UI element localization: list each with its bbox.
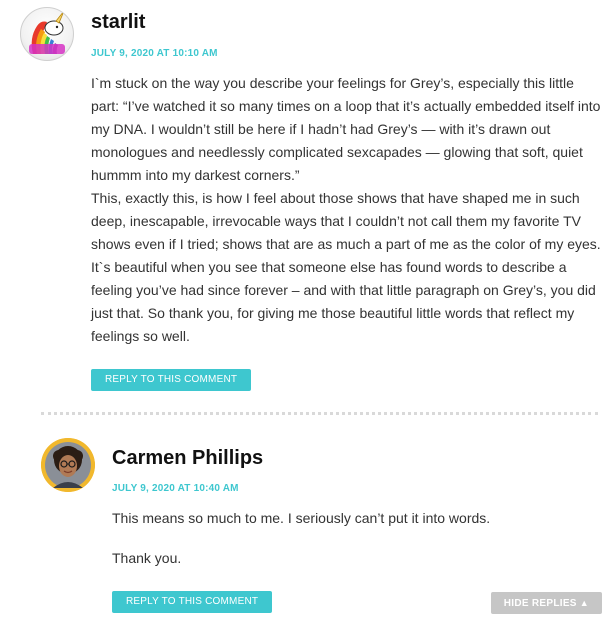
comment-author[interactable]: starlit [91, 11, 145, 34]
comment-author[interactable]: Carmen Phillips [112, 447, 263, 470]
triangle-up-icon: ▲ [579, 598, 589, 608]
comment-paragraph: This, exactly this, is how I feel about … [91, 190, 601, 344]
comment-date[interactable]: JULY 9, 2020 AT 10:10 AM [91, 48, 218, 59]
comment-thread: starlit JULY 9, 2020 AT 10:10 AM I`m stu… [0, 0, 615, 625]
reply-button[interactable]: REPLY TO THIS COMMENT [91, 369, 252, 391]
comment-body: I`m stuck on the way you describe your f… [91, 72, 601, 348]
unicorn-avatar-icon [20, 7, 74, 61]
comment-paragraph: Thank you. [112, 550, 182, 566]
comment-divider [41, 412, 598, 415]
hide-replies-button[interactable]: HIDE REPLIES ▲ [490, 592, 602, 614]
comment-paragraph: I`m stuck on the way you describe your f… [91, 75, 601, 183]
user-photo-avatar-icon [41, 438, 95, 492]
comment-paragraph: This means so much to me. I seriously ca… [112, 510, 491, 526]
comment-date[interactable]: JULY 9, 2020 AT 10:40 AM [112, 483, 239, 494]
hide-replies-label: HIDE REPLIES [503, 598, 577, 609]
comment-body: This means so much to me. I seriously ca… [112, 507, 592, 587]
reply-button[interactable]: REPLY TO THIS COMMENT [112, 591, 273, 613]
